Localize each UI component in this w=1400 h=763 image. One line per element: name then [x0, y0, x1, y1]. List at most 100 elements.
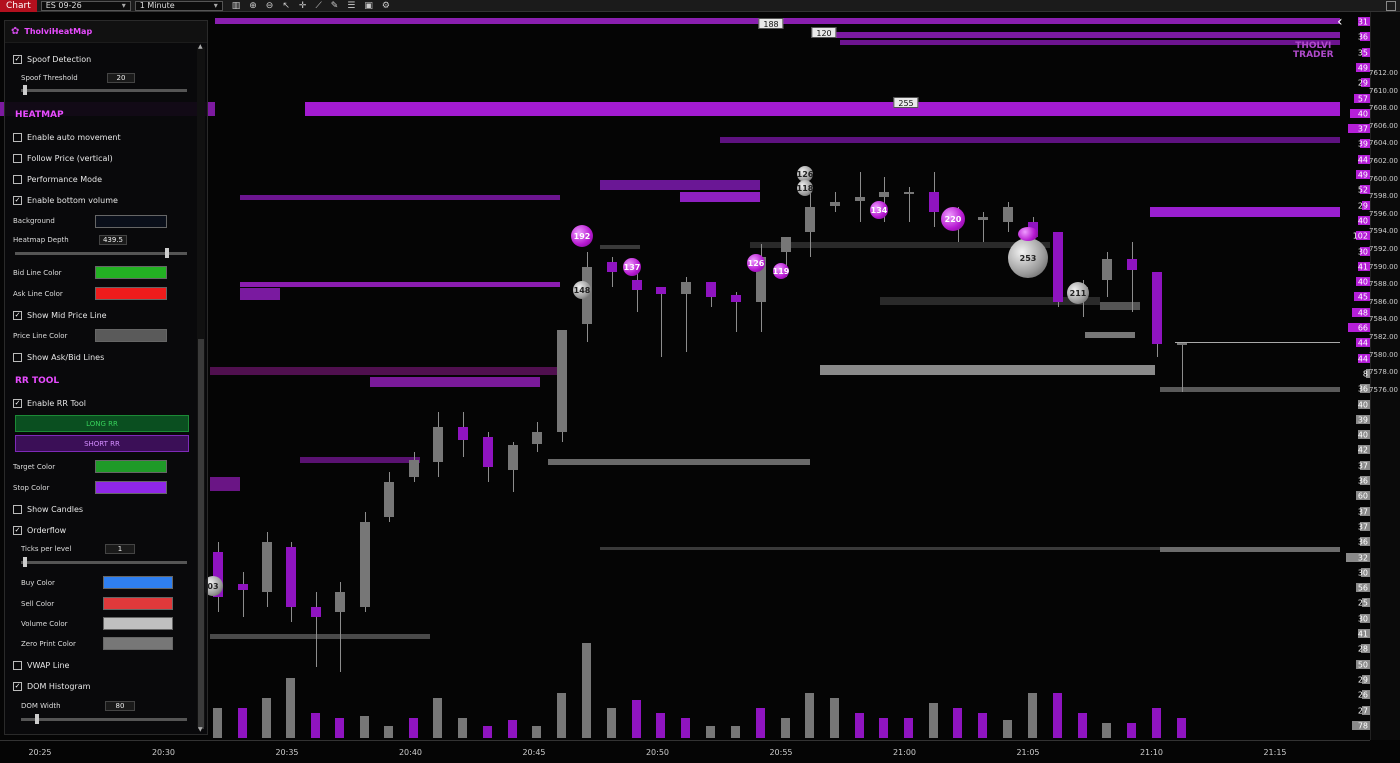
buy-volume-bubble[interactable]: 134	[870, 201, 888, 219]
time-axis[interactable]: 20:25 20:30 20:35 20:40 20:45 20:50 20:55 21:00…	[0, 740, 1370, 763]
window-toggle-button[interactable]	[1386, 1, 1396, 11]
properties-icon[interactable]: ☰	[347, 1, 355, 11]
strategy-icon[interactable]: ⚙	[382, 1, 390, 11]
heatmap-band	[300, 457, 420, 463]
bottom-volume-option[interactable]: ✓ Enable bottom volume	[13, 193, 118, 207]
panel-scrollbar[interactable]: ▲ ▼	[197, 43, 205, 733]
slider-knob[interactable]	[165, 248, 169, 258]
dom-size-label: 36	[1357, 476, 1368, 486]
dom-width-input[interactable]: 80	[105, 701, 135, 711]
vwap-line-option[interactable]: VWAP Line	[13, 658, 69, 672]
ticks-per-level-input[interactable]: 1	[105, 544, 135, 554]
enable-rr-checkbox[interactable]: ✓	[13, 398, 22, 408]
spoof-threshold-input[interactable]: 20	[107, 73, 135, 83]
long-rr-button[interactable]: LONG RR	[15, 415, 189, 432]
auto-movement-option[interactable]: Enable auto movement	[13, 130, 121, 144]
spoof-threshold-slider[interactable]	[21, 85, 187, 95]
heatmap-depth-input[interactable]: 439.5	[99, 235, 127, 245]
show-mid-price-option[interactable]: ✓ Show Mid Price Line	[13, 308, 107, 322]
volume-bar	[508, 720, 517, 738]
orderflow-option[interactable]: ✓ Orderflow	[13, 523, 66, 537]
buy-volume-bubble[interactable]: 192	[571, 225, 593, 247]
draw-line-icon[interactable]: ⟋	[315, 1, 321, 11]
panel-header[interactable]: ✿ TholviHeatMap	[5, 21, 207, 43]
magnify-minus-icon[interactable]: ⊖	[266, 1, 274, 11]
magnify-plus-icon[interactable]: ⊕	[249, 1, 257, 11]
ask-line-color-swatch[interactable]	[95, 287, 167, 300]
crosshair-icon[interactable]: ✛	[299, 1, 307, 11]
show-mid-price-checkbox[interactable]: ✓	[13, 310, 22, 320]
ticks-per-level-slider[interactable]	[21, 557, 187, 567]
instrument-selector[interactable]: ES 09-26 ▾	[40, 0, 131, 11]
performance-mode-checkbox[interactable]	[13, 174, 22, 184]
dom-size-label: 49	[1357, 170, 1368, 180]
bottom-volume-checkbox[interactable]: ✓	[13, 195, 22, 205]
screenshot-icon[interactable]: ▣	[364, 1, 373, 11]
slider-knob[interactable]	[35, 714, 39, 724]
sell-volume-bubble[interactable]: 253	[1008, 238, 1048, 278]
performance-mode-option[interactable]: Performance Mode	[13, 172, 102, 186]
enable-rr-option[interactable]: ✓ Enable RR Tool	[13, 396, 86, 410]
volume-bar	[781, 718, 790, 738]
scroll-down-icon[interactable]: ▼	[198, 726, 203, 733]
chart-tab[interactable]: Chart	[0, 0, 37, 12]
chart-window: Chart ES 09-26 ▾ 1 Minute ▾ ▥ ⊕ ⊖ ↖ ✛ ⟋ ✎ …	[0, 0, 1400, 763]
bid-line-color-swatch[interactable]	[95, 266, 167, 279]
dom-size-label: 44	[1357, 155, 1368, 165]
sell-color-swatch[interactable]	[103, 597, 173, 610]
zero-print-color-swatch[interactable]	[103, 637, 173, 650]
bar-chart-icon[interactable]: ▥	[232, 1, 241, 11]
follow-price-checkbox[interactable]	[13, 153, 22, 163]
follow-price-option[interactable]: Follow Price (vertical)	[13, 151, 113, 165]
candle-body	[384, 482, 394, 517]
dom-histogram-option[interactable]: ✓ DOM Histogram	[13, 679, 90, 693]
volume-bar	[681, 718, 690, 738]
price-axis[interactable]: 7612.00 7610.00 7608.00 7606.00 7604.00 7602.…	[1369, 12, 1400, 740]
short-rr-button[interactable]: SHORT RR	[15, 435, 189, 452]
scrollbar-thumb[interactable]	[198, 339, 204, 729]
ask-line-color-row: Ask Line Color	[13, 287, 63, 301]
spoof-detection-option[interactable]: ✓ Spoof Detection	[13, 52, 91, 66]
stop-color-swatch[interactable]	[95, 481, 167, 494]
heatmap-band	[880, 297, 1100, 305]
slider-knob[interactable]	[23, 85, 27, 95]
show-candles-option[interactable]: Show Candles	[13, 502, 83, 516]
candle-body	[681, 282, 691, 294]
buy-volume-bubble[interactable]: 137	[623, 258, 641, 276]
sell-volume-bubble[interactable]: 211	[1067, 282, 1089, 304]
sell-volume-bubble[interactable]: 118	[797, 180, 813, 196]
auto-movement-checkbox[interactable]	[13, 132, 22, 142]
volume-bar	[1003, 720, 1012, 738]
volume-color-swatch[interactable]	[103, 617, 173, 630]
drawing-tools-icon[interactable]: ✎	[331, 1, 339, 11]
sell-volume-bubble[interactable]: 148	[573, 281, 591, 299]
show-candles-checkbox[interactable]	[13, 504, 22, 514]
slider-knob[interactable]	[23, 557, 27, 567]
price-tick-label: 7590.00	[1369, 262, 1398, 271]
volume-bar	[904, 718, 913, 738]
dom-histogram-checkbox[interactable]: ✓	[13, 681, 22, 691]
show-ask-bid-checkbox[interactable]	[13, 352, 22, 362]
heatmap-depth-slider[interactable]	[15, 248, 187, 258]
buy-volume-bubble[interactable]: 220	[941, 207, 965, 231]
price-line-color-swatch[interactable]	[95, 329, 167, 342]
volume-bar	[830, 698, 839, 738]
target-color-swatch[interactable]	[95, 460, 167, 473]
volume-bar	[335, 718, 344, 738]
orderflow-checkbox[interactable]: ✓	[13, 525, 22, 535]
spoof-detection-checkbox[interactable]: ✓	[13, 54, 22, 64]
buy-volume-bubble[interactable]: 119	[773, 263, 789, 279]
buy-volume-bubble[interactable]: 126	[747, 254, 765, 272]
show-ask-bid-option[interactable]: Show Ask/Bid Lines	[13, 350, 104, 364]
heatmap-band	[548, 459, 810, 465]
dom-width-slider[interactable]	[21, 714, 187, 724]
pointer-icon[interactable]: ↖	[282, 1, 290, 11]
buy-color-swatch[interactable]	[103, 576, 173, 589]
interval-selector[interactable]: 1 Minute ▾	[134, 0, 223, 11]
scroll-up-icon[interactable]: ▲	[198, 43, 203, 50]
heatmap-band	[1160, 387, 1340, 392]
vwap-line-checkbox[interactable]	[13, 660, 22, 670]
chevron-left-icon[interactable]: ‹	[1337, 14, 1343, 30]
background-color-swatch[interactable]	[95, 215, 167, 228]
option-label: Volume Color	[21, 620, 68, 628]
